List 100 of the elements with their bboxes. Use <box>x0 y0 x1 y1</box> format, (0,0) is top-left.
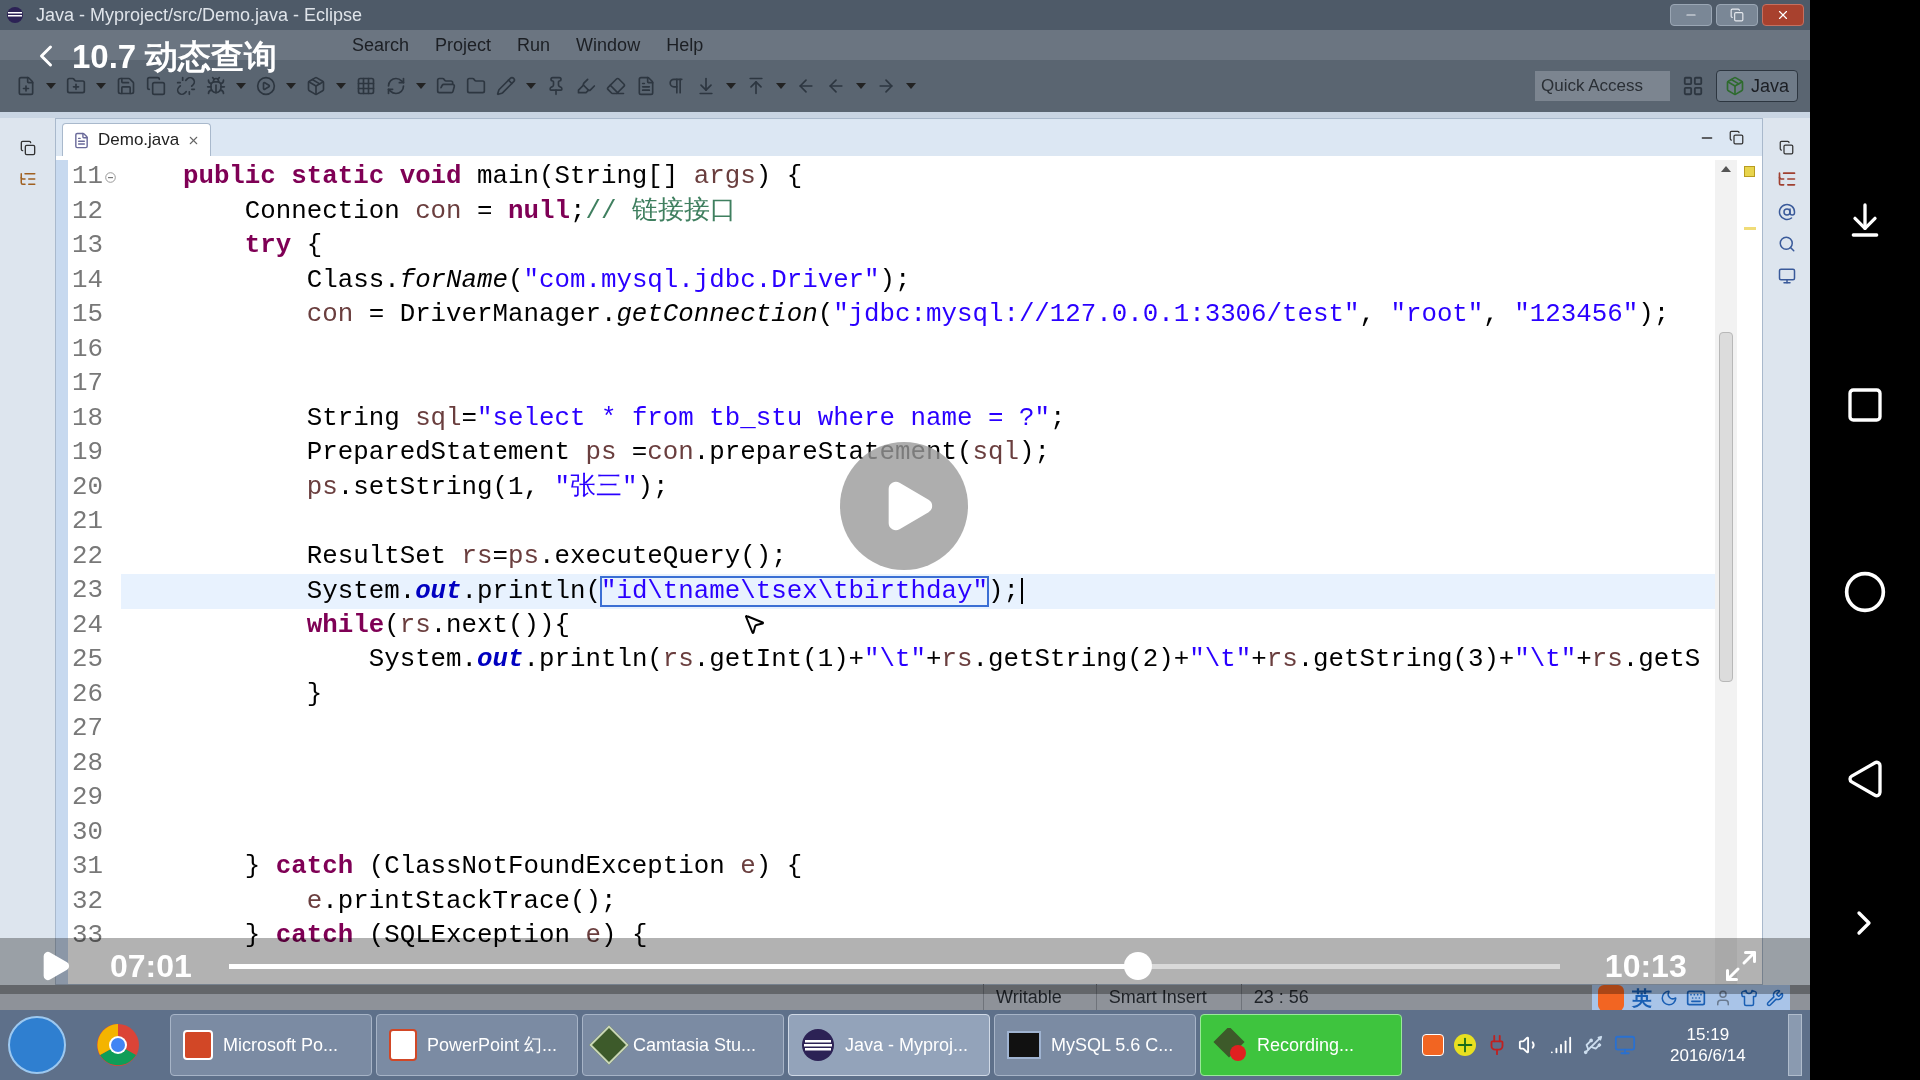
dropdown-caret-icon[interactable] <box>856 83 866 89</box>
dropdown-caret-icon[interactable] <box>336 83 346 89</box>
new-folder-icon[interactable] <box>66 76 86 96</box>
shirt-icon[interactable] <box>1740 988 1758 1007</box>
pin-icon[interactable] <box>546 76 566 96</box>
warning-marker[interactable] <box>1744 166 1755 177</box>
plus-icon[interactable] <box>1454 1034 1476 1056</box>
dropdown-caret-icon[interactable] <box>906 83 916 89</box>
scroll-up-icon[interactable] <box>1721 166 1731 172</box>
document-icon[interactable] <box>636 76 656 96</box>
dropdown-caret-icon[interactable] <box>726 83 736 89</box>
java-perspective-button[interactable]: Java <box>1715 70 1798 102</box>
clock-date[interactable]: 2016/6/14 <box>1670 1045 1746 1067</box>
java-perspective-icon <box>1724 76 1745 96</box>
previous-annotation-icon[interactable] <box>746 76 766 96</box>
restore-icon[interactable] <box>1779 140 1794 155</box>
next-annotation-icon[interactable] <box>696 76 716 96</box>
taskbar-button[interactable]: Java - Myproj... <box>788 1014 990 1076</box>
dropdown-caret-icon[interactable] <box>416 83 426 89</box>
vertical-scrollbar[interactable] <box>1715 160 1737 984</box>
scrollbar-thumb[interactable] <box>1719 332 1733 682</box>
code-line: String sql="select * from tb_stu where name = ?"; <box>305 405 1066 432</box>
moon-icon[interactable] <box>1660 988 1678 1007</box>
dropdown-caret-icon[interactable] <box>96 83 106 89</box>
taskbar-button[interactable]: Microsoft Po... <box>170 1014 372 1076</box>
highlighter-icon[interactable] <box>576 76 596 96</box>
line-number: 17 <box>72 371 103 398</box>
restore-icon[interactable] <box>19 140 36 156</box>
fold-icon[interactable] <box>104 171 116 183</box>
user-icon[interactable] <box>1714 988 1732 1007</box>
progress-track[interactable] <box>228 964 1560 969</box>
editor-tab[interactable]: Demo.java <box>62 123 212 156</box>
show-desktop-button[interactable] <box>1788 1014 1802 1076</box>
taskbar-button[interactable]: Camtasia Stu... <box>582 1014 784 1076</box>
menu-item[interactable]: Window <box>576 31 641 59</box>
wrench-icon[interactable] <box>1766 988 1784 1007</box>
input-method-logo[interactable] <box>1422 1034 1444 1056</box>
console-icon[interactable] <box>1777 267 1796 285</box>
taskbar-button[interactable]: MySQL 5.6 C... <box>994 1014 1196 1076</box>
line-number: 15 <box>72 302 103 329</box>
dropdown-caret-icon[interactable] <box>526 83 536 89</box>
unlink-icon[interactable] <box>176 76 196 96</box>
taskbar-button[interactable]: PowerPoint 幻... <box>376 1014 578 1076</box>
code-line: Connection con = null;// 链接接口 <box>243 198 736 225</box>
folder-icon[interactable] <box>466 76 486 96</box>
taskbar-button[interactable]: Recording... <box>1200 1014 1402 1076</box>
code-line: PreparedStatement ps =con.prepareStatement(sql); <box>305 440 1050 467</box>
maximize-icon[interactable] <box>1729 129 1744 145</box>
package-icon[interactable] <box>306 76 326 96</box>
dropdown-caret-icon[interactable] <box>236 83 246 89</box>
grid-icon[interactable] <box>356 76 376 96</box>
save-all-icon[interactable] <box>146 76 166 96</box>
line-number: 18 <box>72 405 103 432</box>
recent-apps-icon[interactable] <box>1845 385 1885 425</box>
line-number: 30 <box>72 819 103 846</box>
debug-icon[interactable] <box>206 76 226 96</box>
input-method-logo[interactable] <box>1598 984 1624 1011</box>
at-sign-icon[interactable] <box>1777 203 1796 221</box>
close-icon[interactable] <box>1776 8 1790 22</box>
restore-button[interactable] <box>1716 4 1758 26</box>
chrome-logo-icon[interactable] <box>96 1023 140 1067</box>
outline-icon[interactable] <box>1776 169 1797 189</box>
save-icon[interactable] <box>116 76 136 96</box>
start-button[interactable] <box>8 1016 66 1074</box>
pencil-icon[interactable] <box>496 76 516 96</box>
menu-item[interactable]: Search <box>352 31 410 59</box>
usb-icon[interactable] <box>1582 1034 1604 1056</box>
pilcrow-icon[interactable] <box>666 76 686 96</box>
code-line: } <box>305 681 323 708</box>
java-file-icon <box>73 131 90 149</box>
outline-icon[interactable] <box>18 170 37 188</box>
menu-item[interactable]: Run <box>517 31 551 59</box>
dropdown-caret-icon[interactable] <box>286 83 296 89</box>
new-file-icon[interactable] <box>16 76 36 96</box>
code-line: ps.setString(1, "张三"); <box>305 474 669 501</box>
quick-access-field[interactable]: Quick Access <box>1534 71 1670 101</box>
dropdown-caret-icon[interactable] <box>776 83 786 89</box>
signal-icon[interactable] <box>1550 1034 1572 1056</box>
occurrence-marker[interactable] <box>1743 227 1756 230</box>
open-perspective-icon[interactable] <box>1681 75 1704 97</box>
line-number: 29 <box>72 785 103 812</box>
line-number: 23 <box>72 578 103 605</box>
home-icon[interactable] <box>1843 570 1887 614</box>
refresh-icon[interactable] <box>386 76 406 96</box>
clock-time[interactable]: 15:19 <box>1686 1023 1730 1045</box>
eraser-icon[interactable] <box>606 76 626 96</box>
terminal-icon <box>1007 1031 1041 1059</box>
search-icon[interactable] <box>1777 235 1796 253</box>
menu-item[interactable]: Help <box>666 31 704 59</box>
line-number: 31 <box>72 854 103 881</box>
back-triangle-icon[interactable] <box>1845 759 1885 799</box>
code-line: Class.forName("com.mysql.jdbc.Driver"); <box>305 267 911 294</box>
dropdown-caret-icon[interactable] <box>46 83 56 89</box>
minimize-button[interactable] <box>1670 4 1712 26</box>
mouse-cursor-icon <box>742 612 766 636</box>
elapsed-time: 07:01 <box>110 947 192 986</box>
menu-item[interactable]: Project <box>435 31 492 59</box>
run-icon[interactable] <box>256 76 276 96</box>
line-number: 32 <box>72 888 103 915</box>
open-folder-icon[interactable] <box>436 76 456 96</box>
